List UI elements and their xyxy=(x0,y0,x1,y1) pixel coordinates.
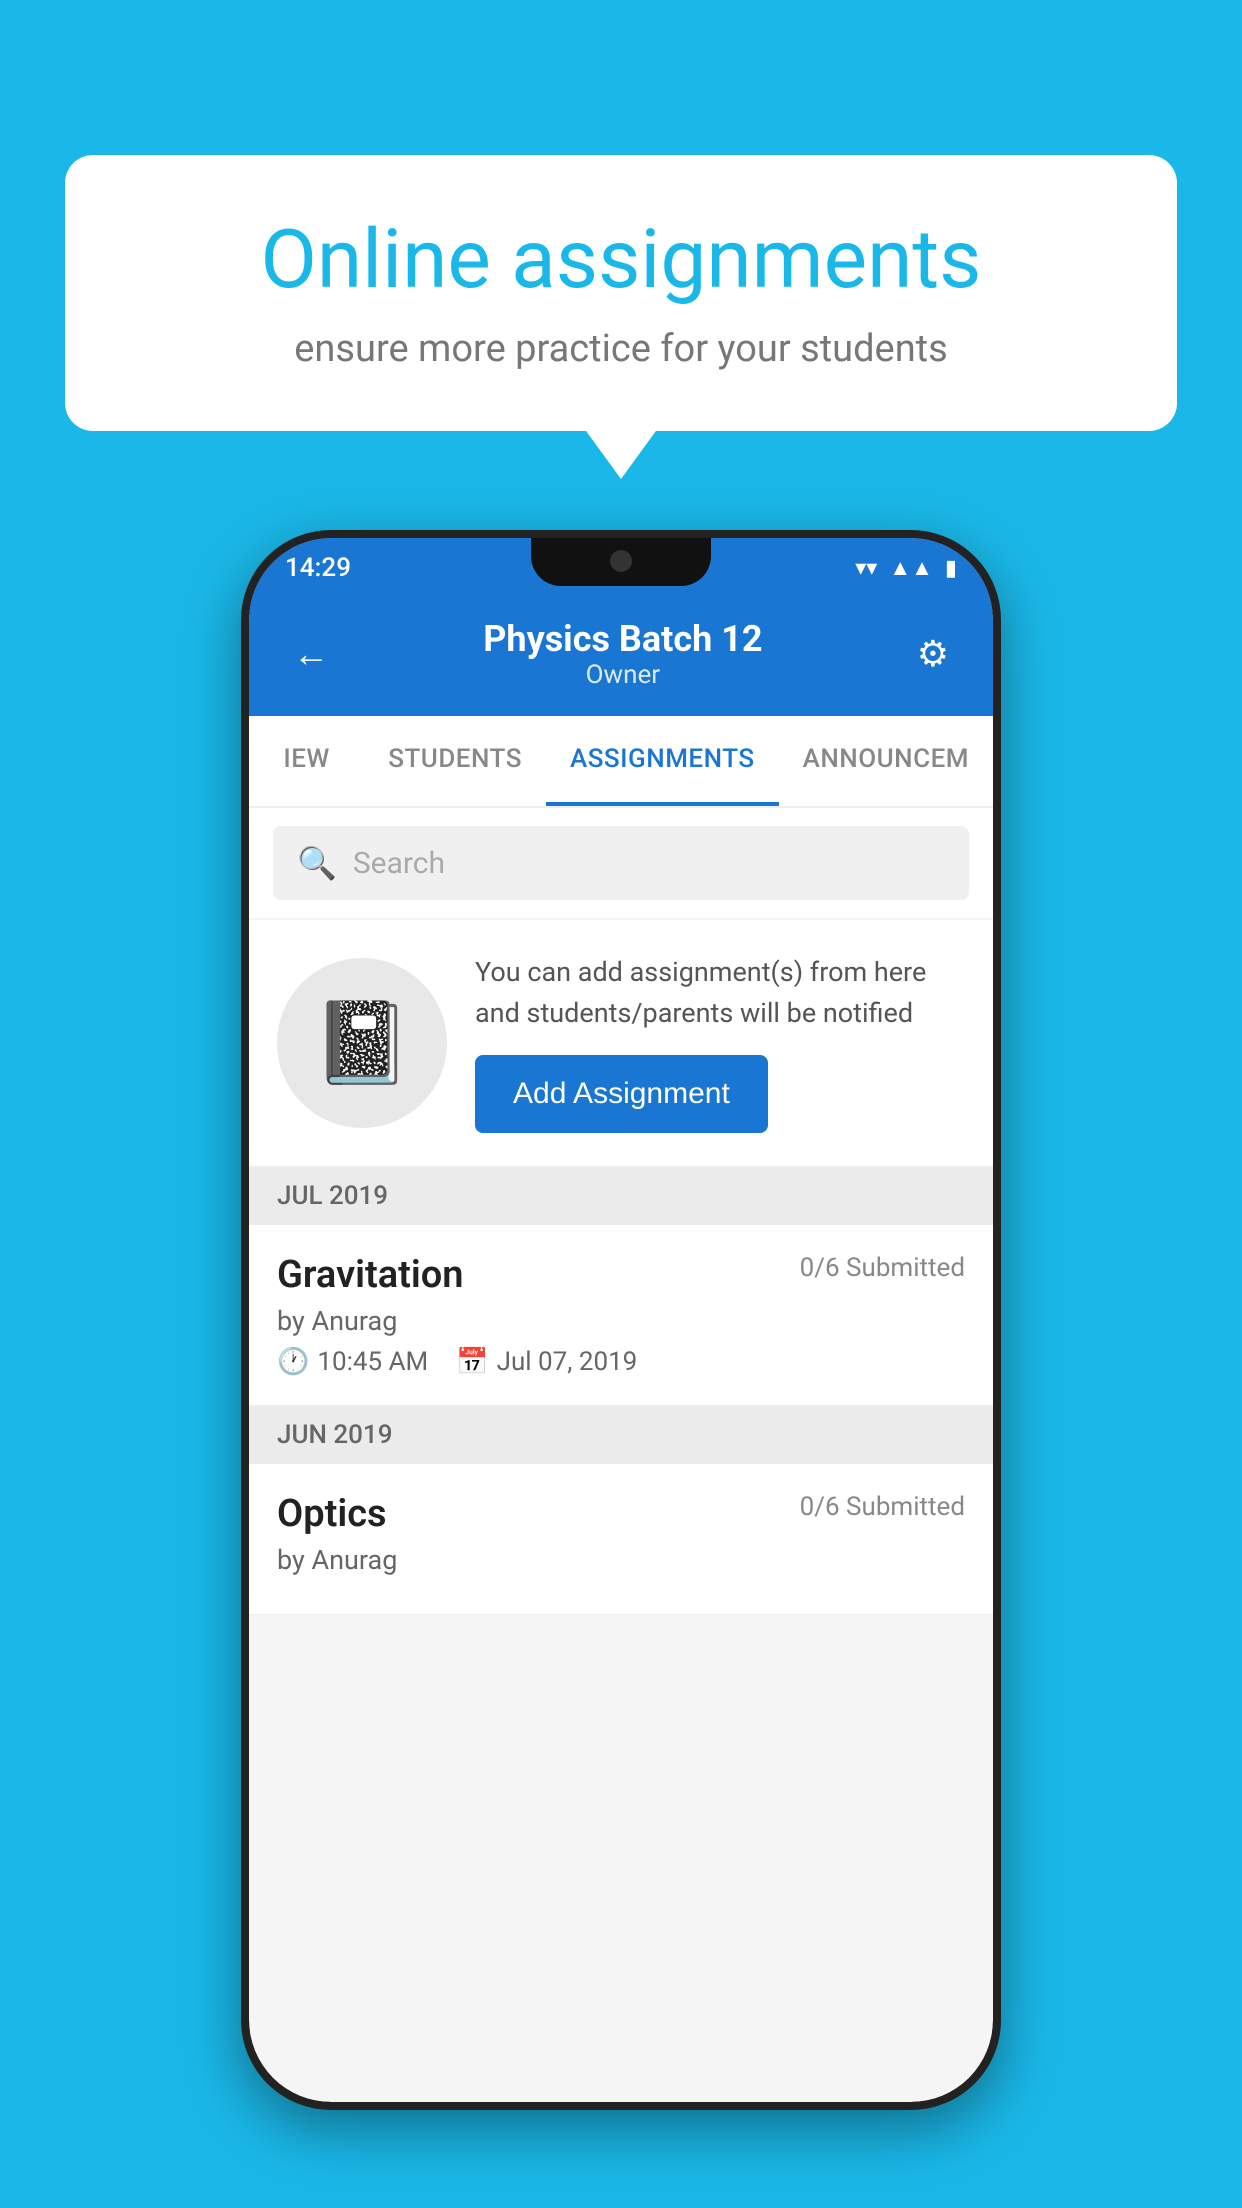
phone-notch xyxy=(531,538,711,586)
phone-power-button xyxy=(995,738,1001,878)
info-card-text: You can add assignment(s) from here and … xyxy=(475,952,965,1033)
app-header: ← Physics Batch 12 Owner ⚙ xyxy=(249,598,993,716)
notebook-icon-circle: 📓 xyxy=(277,958,447,1128)
calendar-icon: 📅 xyxy=(456,1347,488,1377)
assignment-item-gravitation[interactable]: Gravitation 0/6 Submitted by Anurag 🕐 10… xyxy=(249,1225,993,1406)
battery-icon: ▮ xyxy=(945,556,957,581)
clock-icon: 🕐 xyxy=(277,1347,309,1377)
tab-students[interactable]: STUDENTS xyxy=(364,716,546,806)
assignment-time: 10:45 AM xyxy=(317,1347,428,1377)
month-separator-jul: JUL 2019 xyxy=(249,1167,993,1225)
info-card-content: You can add assignment(s) from here and … xyxy=(475,952,965,1133)
assignment-header-optics: Optics 0/6 Submitted xyxy=(277,1492,965,1536)
assignment-submitted: 0/6 Submitted xyxy=(800,1253,965,1283)
search-bar[interactable]: 🔍 Search xyxy=(273,826,969,900)
assignment-submitted-optics: 0/6 Submitted xyxy=(800,1492,965,1522)
phone-screen: 14:29 ▾▾ ▲▲ ▮ ← Physics Batch 12 Owner ⚙… xyxy=(249,538,993,2102)
camera xyxy=(610,550,632,572)
signal-icon: ▲▲ xyxy=(889,555,933,581)
tab-assignments[interactable]: ASSIGNMENTS xyxy=(546,716,779,806)
bubble-subtitle: ensure more practice for your students xyxy=(135,327,1107,371)
bubble-title: Online assignments xyxy=(135,215,1107,305)
info-card: 📓 You can add assignment(s) from here an… xyxy=(249,920,993,1165)
phone-frame: 14:29 ▾▾ ▲▲ ▮ ← Physics Batch 12 Owner ⚙… xyxy=(241,530,1001,2110)
search-icon: 🔍 xyxy=(297,844,337,882)
assignment-author-optics: by Anurag xyxy=(277,1544,965,1576)
back-button[interactable]: ← xyxy=(285,625,337,683)
status-icons: ▾▾ ▲▲ ▮ xyxy=(855,555,957,581)
search-placeholder: Search xyxy=(353,846,445,881)
assignment-title-optics: Optics xyxy=(277,1492,387,1536)
meta-date: 📅 Jul 07, 2019 xyxy=(456,1347,637,1377)
speech-bubble: Online assignments ensure more practice … xyxy=(65,155,1177,431)
assignment-title: Gravitation xyxy=(277,1253,464,1297)
add-assignment-button[interactable]: Add Assignment xyxy=(475,1055,768,1133)
wifi-icon: ▾▾ xyxy=(855,556,877,581)
assignment-author: by Anurag xyxy=(277,1305,965,1337)
assignment-header: Gravitation 0/6 Submitted xyxy=(277,1253,965,1297)
tab-iew[interactable]: IEW xyxy=(249,716,364,806)
assignment-item-optics[interactable]: Optics 0/6 Submitted by Anurag xyxy=(249,1464,993,1615)
header-title: Physics Batch 12 xyxy=(337,618,909,660)
search-container: 🔍 Search xyxy=(249,808,993,918)
meta-time: 🕐 10:45 AM xyxy=(277,1347,428,1377)
header-subtitle: Owner xyxy=(337,660,909,690)
settings-button[interactable]: ⚙ xyxy=(909,625,957,683)
phone-volume-button xyxy=(241,778,247,858)
header-title-block: Physics Batch 12 Owner xyxy=(337,618,909,690)
assignment-date: Jul 07, 2019 xyxy=(497,1347,638,1377)
tab-announcements[interactable]: ANNOUNCEM xyxy=(779,716,993,806)
month-separator-jun: JUN 2019 xyxy=(249,1406,993,1464)
assignment-meta: 🕐 10:45 AM 📅 Jul 07, 2019 xyxy=(277,1347,965,1377)
speech-bubble-container: Online assignments ensure more practice … xyxy=(65,155,1177,431)
status-time: 14:29 xyxy=(285,553,351,583)
tab-bar: IEW STUDENTS ASSIGNMENTS ANNOUNCEM xyxy=(249,716,993,808)
notebook-icon: 📓 xyxy=(312,996,412,1090)
